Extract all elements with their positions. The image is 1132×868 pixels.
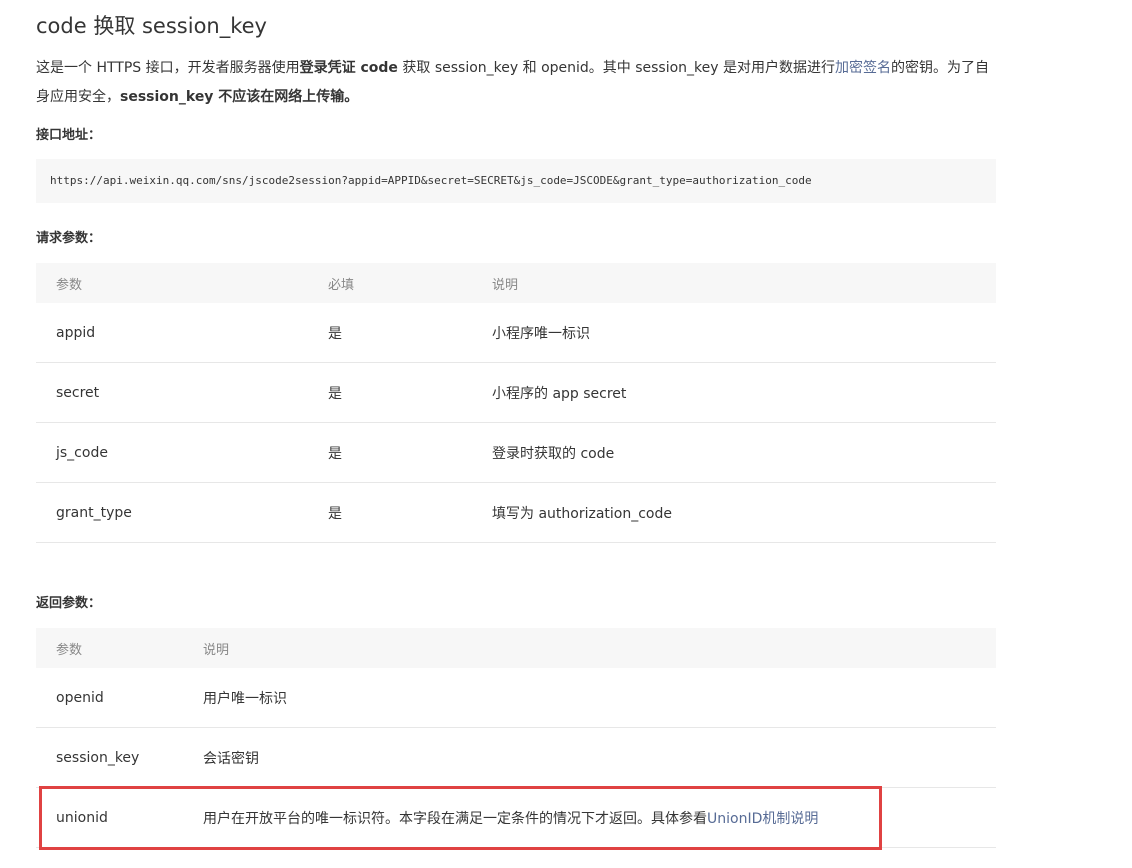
column-header-param: 参数 [36, 628, 183, 668]
intro-text-2: 获取 session_key 和 openid。其中 session_key 是… [397, 60, 836, 76]
endpoint-label: 接口地址： [36, 128, 102, 143]
table-row: session_key 会话密钥 [36, 727, 996, 788]
request-params-table: 参数 必填 说明 appid 是 小程序唯一标识 secret 是 小程序的 a… [36, 263, 996, 543]
intro-bold-1: 登录凭证 code [299, 60, 398, 76]
param-desc-cell: 用户在开放平台的唯一标识符。本字段在满足一定条件的情况下才返回。具体参看Unio… [183, 787, 996, 848]
endpoint-url: https://api.weixin.qq.com/sns/jscode2ses… [36, 159, 996, 203]
encryption-signature-link[interactable]: 加密签名 [835, 60, 891, 76]
unionid-mechanism-link[interactable]: UnionID机制说明 [707, 811, 818, 827]
param-required: 是 [308, 362, 472, 423]
table-header-row: 参数 说明 [36, 628, 996, 668]
param-name: openid [36, 668, 183, 728]
param-name: appid [36, 303, 308, 363]
param-desc: 用户在开放平台的唯一标识符。本字段在满足一定条件的情况下才返回。具体参看 [203, 810, 707, 827]
param-name: grant_type [36, 482, 308, 543]
table-row: unionid 用户在开放平台的唯一标识符。本字段在满足一定条件的情况下才返回。… [36, 787, 996, 848]
table-row: grant_type 是 填写为 authorization_code [36, 482, 996, 543]
param-desc: 小程序唯一标识 [472, 303, 996, 363]
request-params-label: 请求参数： [36, 231, 102, 246]
param-required: 是 [308, 422, 472, 483]
param-name: js_code [36, 422, 308, 483]
column-header-desc: 说明 [183, 628, 996, 668]
param-name: unionid [36, 787, 183, 848]
param-desc: 填写为 authorization_code [472, 482, 996, 543]
param-desc: 小程序的 app secret [472, 362, 996, 423]
intro-paragraph: 这是一个 HTTPS 接口，开发者服务器使用登录凭证 code 获取 sessi… [36, 54, 998, 112]
column-header-required: 必填 [308, 263, 472, 303]
page-title: code 换取 session_key [36, 14, 267, 38]
param-desc: 用户唯一标识 [183, 668, 996, 728]
intro-text-1: 这是一个 HTTPS 接口，开发者服务器使用 [36, 60, 300, 76]
response-params-table: 参数 说明 openid 用户唯一标识 session_key 会话密钥 uni… [36, 628, 996, 848]
param-desc: 会话密钥 [183, 727, 996, 788]
table-row: appid 是 小程序唯一标识 [36, 303, 996, 363]
intro-bold-2: session_key 不应该在网络上传输。 [120, 89, 359, 105]
table-row: secret 是 小程序的 app secret [36, 362, 996, 423]
column-header-desc: 说明 [472, 263, 996, 303]
param-required: 是 [308, 303, 472, 363]
table-row: openid 用户唯一标识 [36, 668, 996, 728]
param-name: session_key [36, 727, 183, 788]
param-required: 是 [308, 482, 472, 543]
column-header-param: 参数 [36, 263, 308, 303]
param-desc: 登录时获取的 code [472, 422, 996, 483]
response-params-label: 返回参数： [36, 596, 102, 611]
table-row: js_code 是 登录时获取的 code [36, 422, 996, 483]
param-name: secret [36, 362, 308, 423]
table-header-row: 参数 必填 说明 [36, 263, 996, 303]
